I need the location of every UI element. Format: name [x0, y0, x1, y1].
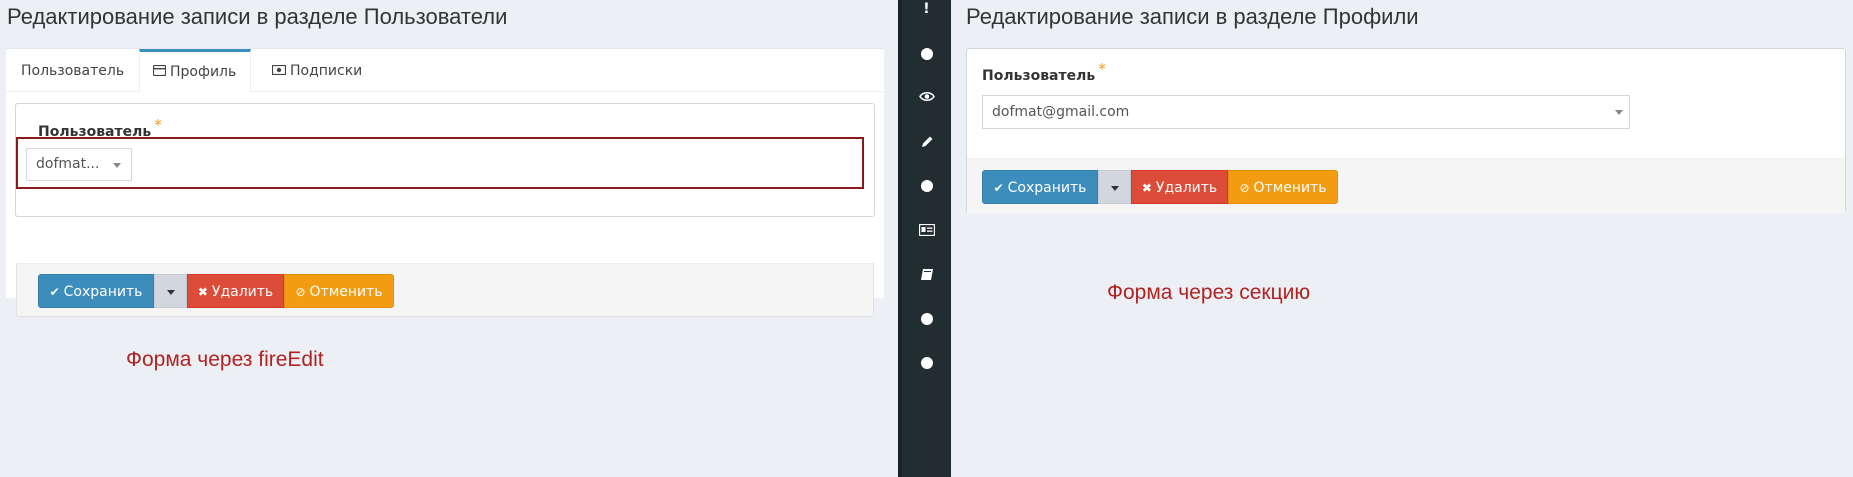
required-mark: * [1098, 60, 1106, 78]
cancel-button[interactable]: ⊘ Отменить [284, 274, 394, 308]
circle-icon[interactable] [915, 180, 939, 196]
delete-button-label: Удалить [211, 284, 274, 300]
required-mark: * [154, 116, 162, 134]
circle-icon[interactable] [915, 313, 939, 329]
save-button-label: Сохранить [1007, 180, 1087, 196]
tab-profile-label: Профиль [170, 64, 237, 80]
caret-down-icon [1111, 186, 1119, 191]
tab-subscriptions-label: Подписки [290, 63, 363, 79]
pencil-icon[interactable] [915, 135, 939, 153]
ban-icon: ⊘ [1239, 181, 1250, 195]
user-select[interactable]: dofmat@gmail.com [982, 95, 1630, 129]
form-footer: ✔ Сохранить ✖ Удалить ⊘ Отменить [967, 158, 1845, 213]
tab-subscriptions[interactable]: Подписки [271, 49, 363, 93]
close-icon: ✖ [1141, 181, 1152, 195]
eye-icon[interactable] [915, 90, 939, 106]
cancel-button-label: Отменить [1253, 180, 1327, 196]
delete-button[interactable]: ✖ Удалить [1131, 170, 1228, 204]
caret-down-icon [167, 290, 175, 295]
page-title-profiles: Редактирование записи в разделе Профили [966, 4, 1419, 29]
money-icon [271, 49, 287, 93]
delete-button[interactable]: ✖ Удалить [187, 274, 284, 308]
field-label-user: Пользователь * [982, 60, 1106, 84]
page-title-users: Редактирование записи в разделе Пользова… [7, 4, 508, 29]
id-card-icon[interactable] [915, 223, 939, 240]
cancel-button-label: Отменить [309, 284, 383, 300]
circle-icon[interactable] [915, 357, 939, 373]
sidebar-toolbar: ! [898, 0, 951, 477]
user-select-value: dofmat@gmail.com [992, 104, 1130, 120]
exclamation-icon[interactable]: ! [915, 1, 939, 17]
delete-button-label: Удалить [1155, 180, 1218, 196]
highlight-frame [16, 137, 864, 189]
circle-icon[interactable] [915, 48, 939, 64]
save-button[interactable]: ✔ Сохранить [982, 170, 1098, 204]
cancel-button[interactable]: ⊘ Отменить [1228, 170, 1338, 204]
chevron-down-icon [113, 163, 121, 168]
check-icon: ✔ [49, 285, 60, 299]
save-button-label: Сохранить [63, 284, 143, 300]
user-select-compact[interactable]: dofmat... [26, 148, 132, 181]
save-button[interactable]: ✔ Сохранить [38, 274, 154, 308]
ban-icon: ⊘ [295, 285, 306, 299]
book-icon[interactable] [915, 268, 939, 285]
field-label-text: Пользователь [982, 68, 1096, 84]
check-icon: ✔ [993, 181, 1004, 195]
close-icon: ✖ [197, 285, 208, 299]
id-card-icon [152, 52, 167, 92]
tab-user[interactable]: Пользователь [21, 49, 124, 92]
profiles-form-box: Пользователь * dofmat@gmail.com ✔ Сохранит… [966, 48, 1846, 213]
tab-bar: Пользователь Профиль Подписки [6, 49, 884, 92]
user-select-value: dofmat... [36, 156, 100, 172]
save-dropdown-button[interactable] [154, 274, 187, 308]
form-footer: ✔ Сохранить ✖ Удалить ⊘ Отменить [16, 263, 874, 317]
caption-fireedit: Форма через fireEdit [126, 348, 324, 371]
tab-user-label: Пользователь [21, 63, 125, 79]
save-dropdown-button[interactable] [1098, 170, 1131, 204]
chevron-down-icon [1615, 110, 1623, 115]
tab-profile[interactable]: Профиль [139, 49, 251, 92]
caption-section: Форма через секцию [1107, 281, 1311, 304]
